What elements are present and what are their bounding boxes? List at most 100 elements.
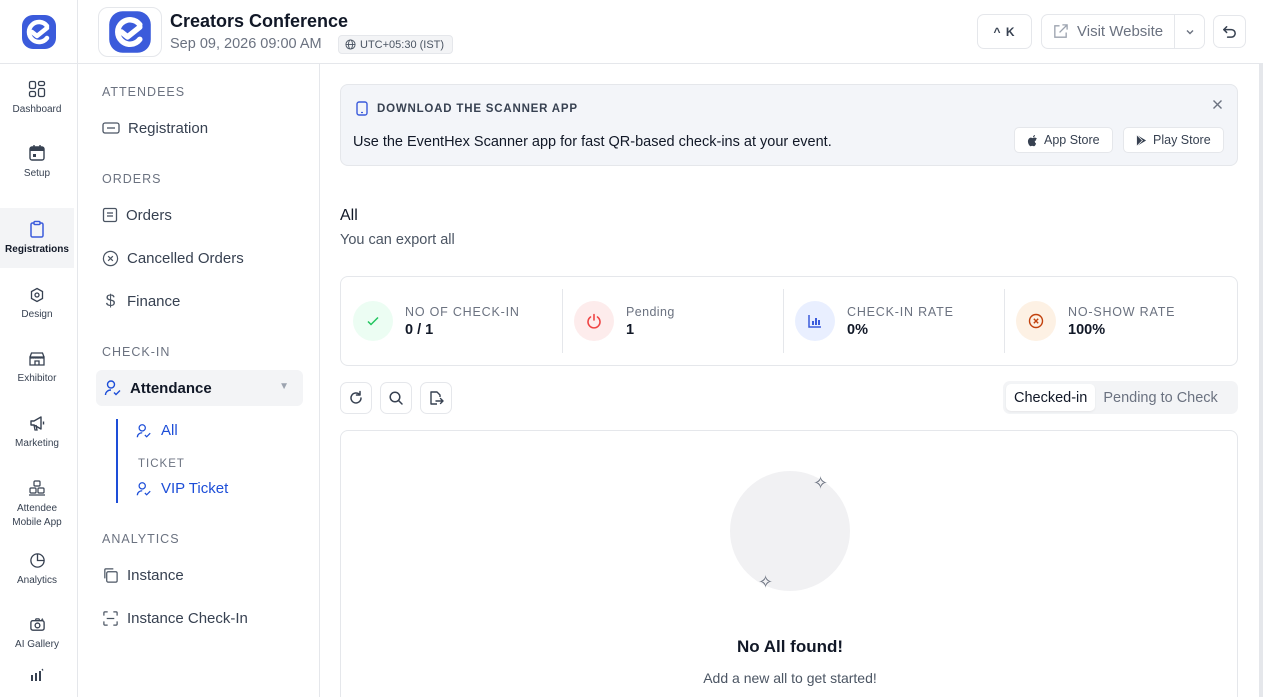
rail-label: Dashboard: [12, 103, 62, 115]
stat-value: 0 / 1: [405, 321, 434, 338]
camera-icon: [29, 618, 45, 632]
filter-pending[interactable]: Pending to Check: [1095, 384, 1225, 411]
nav-item-instance-checkin[interactable]: Instance Check-In: [102, 606, 248, 630]
visit-website-dropdown[interactable]: [1174, 15, 1204, 48]
empty-state-title: No All found!: [736, 637, 844, 656]
rail-item-dashboard[interactable]: Dashboard: [0, 68, 74, 128]
stat-text: Pending 1: [626, 305, 675, 338]
visit-website-main[interactable]: Visit Website: [1042, 15, 1174, 48]
nav-subitem-all[interactable]: All: [136, 422, 178, 439]
rail-item-registrations[interactable]: Registrations: [0, 208, 74, 268]
calendar-icon: [29, 144, 45, 161]
event-logo-icon: [109, 11, 151, 53]
document-icon: [102, 207, 118, 223]
refresh-button[interactable]: [340, 382, 372, 414]
nav-item-registration[interactable]: Registration: [102, 116, 208, 140]
nav-item-cancelled-orders[interactable]: Cancelled Orders: [102, 246, 244, 270]
nav-subitem-vip-ticket[interactable]: VIP Ticket: [136, 480, 228, 497]
stat-label: NO OF CHECK-IN: [405, 304, 520, 319]
play-store-label: Play Store: [1153, 133, 1211, 147]
power-icon: [574, 301, 614, 341]
nav-label: Instance Check-In: [127, 609, 248, 627]
stat-checkins: NO OF CHECK-IN 0 / 1: [341, 277, 562, 365]
nav-item-attendance[interactable]: Attendance ▼: [96, 370, 303, 406]
caret-down-icon[interactable]: ▼: [279, 381, 289, 392]
rail-item-attendee-mobile-app[interactable]: Attendee Mobile App: [0, 470, 74, 538]
export-button[interactable]: [420, 382, 452, 414]
rail-label-line1: Attendee: [16, 503, 58, 514]
stat-checkin-rate: CHECK-IN RATE 0%: [783, 277, 1004, 365]
rail-label: Marketing: [15, 437, 59, 449]
rail-label: Exhibitor: [17, 372, 57, 384]
nav-label: VIP Ticket: [161, 480, 229, 497]
filter-checked-in[interactable]: Checked-in: [1006, 384, 1096, 411]
stat-text: CHECK-IN RATE 0%: [847, 305, 954, 338]
sparkle-icon: ✧: [758, 572, 774, 592]
apple-icon: [1027, 134, 1037, 146]
stat-no-show-rate: NO-SHOW RATE 100%: [1004, 277, 1225, 365]
bar-chart-icon: [795, 301, 835, 341]
signal-icon: [31, 668, 44, 681]
visit-website-label: Visit Website: [1077, 23, 1164, 40]
nav-label: Attendance: [130, 379, 212, 397]
app-store-button[interactable]: App Store: [1014, 127, 1113, 153]
timezone-badge: UTC+05:30 (IST): [338, 35, 454, 54]
section-heading-analytics: ANALYTICS: [102, 532, 180, 546]
user-check-icon: [136, 481, 151, 496]
event-title: Creators Conference: [170, 11, 349, 31]
checkin-filter-toggle: Checked-in Pending to Check: [1003, 381, 1238, 414]
page-title: All: [340, 207, 358, 224]
stat-value: 100%: [1068, 321, 1106, 338]
nav-label: Cancelled Orders: [127, 249, 244, 267]
banner-text: Use the EventHex Scanner app for fast QR…: [353, 134, 832, 150]
boxes-icon: [29, 480, 45, 496]
event-date: Sep 09, 2026 09:00 AM: [170, 36, 322, 52]
app-root: Creators Conference Sep 09, 2026 09:00 A…: [0, 0, 1263, 697]
empty-illustration: [730, 471, 850, 591]
tree-connector: [116, 419, 118, 503]
clipboard-icon: [30, 220, 44, 238]
section-heading-ticket: TICKET: [138, 458, 185, 470]
nav-item-orders[interactable]: Orders: [102, 203, 172, 227]
rail-label-line2: Mobile App: [12, 516, 62, 528]
stat-value: 0%: [847, 321, 868, 338]
nav-label: All: [161, 422, 178, 439]
globe-icon: [345, 39, 356, 50]
rail-item-exhibitor[interactable]: Exhibitor: [0, 338, 74, 398]
rail-label: AI Gallery: [15, 639, 59, 651]
nav-item-instance[interactable]: Instance: [102, 563, 184, 587]
banner-title-text: DOWNLOAD THE SCANNER APP: [377, 102, 578, 115]
search-button[interactable]: [380, 382, 412, 414]
command-palette-button[interactable]: ^ K: [977, 14, 1032, 49]
copy-icon: [104, 567, 118, 583]
dollar-icon: $: [105, 291, 116, 310]
stat-label: CHECK-IN RATE: [847, 304, 954, 319]
sparkle-icon: ✧: [813, 473, 829, 493]
top-bar: Creators Conference Sep 09, 2026 09:00 A…: [0, 0, 1263, 64]
rail-item-setup[interactable]: Setup: [0, 132, 74, 192]
empty-state-card: ✧ ✧ No All found! Add a new all to get s…: [340, 430, 1238, 697]
scrollbar[interactable]: [1259, 64, 1263, 697]
visit-website-button[interactable]: Visit Website: [1041, 14, 1205, 49]
section-heading-attendees: ATTENDEES: [102, 85, 186, 99]
back-button[interactable]: [1213, 15, 1246, 48]
chevron-down-icon: [1186, 29, 1193, 34]
eventhex-logo-icon: [21, 15, 56, 49]
palette-icon: [30, 287, 44, 302]
rail-item-ai-gallery[interactable]: AI Gallery: [0, 604, 74, 664]
rail-item-marketing[interactable]: Marketing: [0, 402, 74, 462]
banner-close-button[interactable]: [1212, 97, 1223, 115]
rail-item-design[interactable]: Design: [0, 274, 74, 334]
banner-title: DOWNLOAD THE SCANNER APP: [356, 101, 578, 116]
page-subtitle: You can export all: [340, 232, 455, 248]
nav-item-finance[interactable]: $ Finance: [102, 289, 181, 313]
pie-chart-icon: [29, 553, 45, 569]
export-icon: [430, 391, 444, 405]
play-store-button[interactable]: Play Store: [1123, 127, 1224, 153]
brand-logo[interactable]: [0, 0, 78, 64]
smartphone-icon: [356, 101, 368, 116]
stat-label: NO-SHOW RATE: [1068, 304, 1176, 319]
rail-label: Analytics: [16, 575, 57, 587]
rail-item-more[interactable]: [0, 668, 74, 697]
rail-item-analytics[interactable]: Analytics: [0, 540, 74, 600]
